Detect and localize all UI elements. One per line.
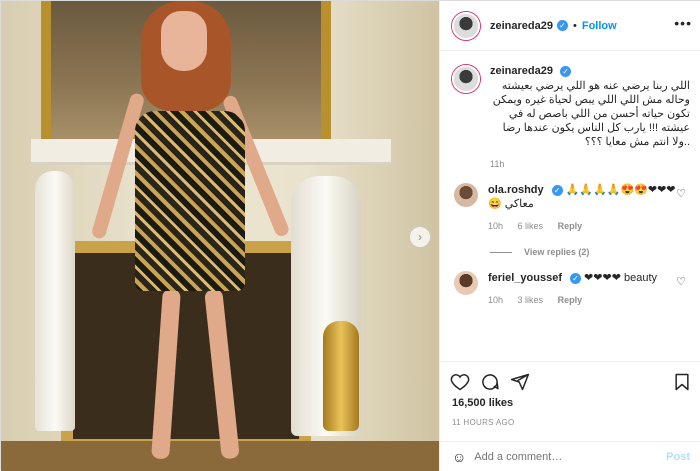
verified-icon: ✓: [556, 20, 568, 31]
share-icon[interactable]: [510, 372, 530, 392]
verified-icon: ✓: [560, 65, 572, 77]
view-replies-label: View replies (2): [524, 247, 590, 257]
post-caption: zeinareda29 ✓ اللي ربنا يرضي عنه هو اللي…: [452, 65, 690, 169]
post-timestamp: 11 HOURS AGO: [452, 418, 515, 427]
reply-button[interactable]: Reply: [558, 295, 583, 305]
instagram-post: › zeinareda29 ✓ • Follow ••• zeinareda29…: [0, 0, 700, 471]
chevron-right-icon: ›: [418, 230, 422, 244]
comment-like-heart-icon[interactable]: ♡: [676, 275, 686, 288]
commenter-username[interactable]: feriel_youssef: [488, 272, 562, 284]
photo-model-face: [161, 11, 207, 71]
comment-likes[interactable]: 6 likes: [518, 221, 544, 231]
comment-age: 10h: [488, 221, 504, 231]
comment-item: ola.roshdy ✓ ❤❤❤😍😍🙏🙏🙏🙏 معاكي 😄 10h 6 like…: [452, 183, 690, 233]
comment-text: ❤❤❤❤ beauty: [584, 272, 657, 284]
verified-icon: ✓: [569, 272, 581, 284]
header-separator: •: [572, 19, 577, 32]
reply-button[interactable]: Reply: [558, 221, 583, 231]
add-comment-bar: ☺ Post: [440, 441, 700, 471]
comment-input[interactable]: [474, 450, 667, 463]
caption-age: 11h: [490, 159, 505, 169]
follow-button[interactable]: Follow: [582, 20, 617, 32]
commenter-avatar[interactable]: [454, 183, 478, 207]
caption-username[interactable]: zeinareda29: [490, 65, 553, 77]
replies-divider-line: [490, 252, 512, 254]
comment-item: feriel_youssef ✓ ❤❤❤❤ beauty 10h 3 likes …: [452, 271, 690, 307]
comment-likes[interactable]: 3 likes: [518, 295, 544, 305]
author-avatar[interactable]: [452, 11, 480, 40]
caption-author-avatar[interactable]: [452, 65, 480, 93]
heart-icon[interactable]: [450, 372, 470, 392]
comment-age: 10h: [488, 295, 504, 305]
post-photo[interactable]: [1, 1, 439, 471]
post-header: zeinareda29 ✓ • Follow •••: [440, 1, 700, 51]
verified-icon: ✓: [551, 184, 563, 196]
emoji-icon[interactable]: ☺: [452, 449, 466, 465]
post-side-panel: zeinareda29 ✓ • Follow ••• zeinareda29 ✓…: [439, 1, 700, 471]
view-replies-button[interactable]: View replies (2): [490, 247, 690, 257]
commenter-username[interactable]: ola.roshdy: [488, 184, 544, 196]
photo-statue-left: [35, 171, 75, 431]
post-actions-bar: [440, 361, 700, 401]
comments-section[interactable]: zeinareda29 ✓ اللي ربنا يرضي عنه هو اللي…: [440, 51, 700, 361]
bookmark-icon[interactable]: [672, 372, 692, 392]
caption-text: اللي ربنا يرضي عنه هو اللي يرضي بعيشته و…: [492, 80, 690, 148]
author-username[interactable]: zeinareda29: [490, 20, 553, 32]
comment-like-heart-icon[interactable]: ♡: [676, 187, 686, 200]
photo-model-dress: [135, 111, 245, 291]
post-comment-button[interactable]: Post: [666, 451, 690, 463]
next-image-button[interactable]: ›: [409, 226, 431, 248]
comment-icon[interactable]: [480, 372, 500, 392]
likes-count[interactable]: 16,500 likes: [452, 397, 513, 409]
more-options-icon[interactable]: •••: [674, 15, 692, 31]
commenter-avatar[interactable]: [454, 271, 478, 295]
photo-golden-urn: [323, 321, 359, 431]
